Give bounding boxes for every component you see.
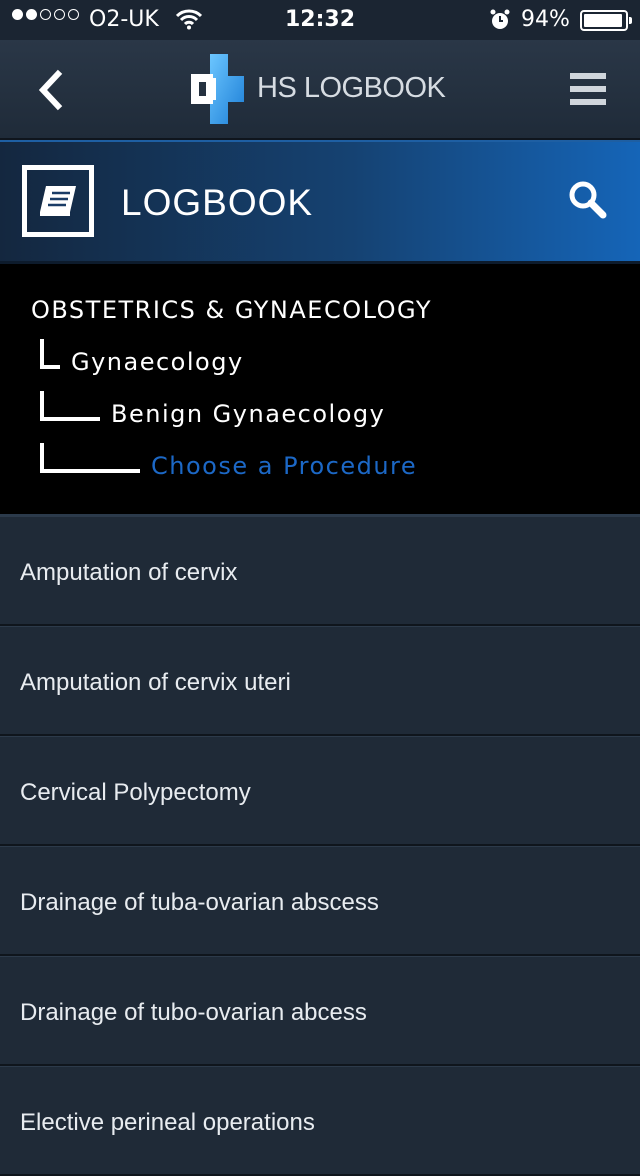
- breadcrumb-connector: [40, 339, 60, 369]
- back-button[interactable]: [30, 68, 74, 112]
- procedure-item[interactable]: Amputation of cervix: [0, 516, 640, 626]
- app-header: HS LOGBOOK: [0, 40, 640, 140]
- hamburger-menu-icon: [570, 73, 606, 105]
- status-bar: O2-UK 12:32 94%: [0, 0, 640, 40]
- breadcrumb-root[interactable]: OBSTETRICS & GYNAECOLOGY: [31, 296, 432, 324]
- menu-button[interactable]: [568, 70, 612, 110]
- procedure-item[interactable]: Drainage of tubo-ovarian abcess: [0, 956, 640, 1066]
- alarm-icon: [490, 9, 510, 37]
- breadcrumb: OBSTETRICS & GYNAECOLOGY Gynaecology Ben…: [0, 264, 640, 516]
- medical-cross-logo: [191, 54, 244, 124]
- breadcrumb-connector: [40, 391, 100, 421]
- breadcrumb-connector: [40, 443, 140, 473]
- search-icon: [569, 181, 607, 219]
- section-title: LOGBOOK: [121, 182, 314, 223]
- battery-percent: 94%: [521, 7, 570, 32]
- procedure-item[interactable]: Elective perineal operations: [0, 1066, 640, 1176]
- breadcrumb-level-2[interactable]: Benign Gynaecology: [111, 400, 385, 428]
- book-icon-frame: [22, 165, 94, 237]
- procedure-list: Amputation of cervix Amputation of cervi…: [0, 516, 640, 1176]
- search-button[interactable]: [566, 178, 610, 222]
- section-banner: LOGBOOK: [0, 140, 640, 264]
- procedure-item[interactable]: Drainage of tuba-ovarian abscess: [0, 846, 640, 956]
- procedure-item[interactable]: Cervical Polypectomy: [0, 736, 640, 846]
- app-logo: HS LOGBOOK: [188, 52, 458, 128]
- breadcrumb-level-1[interactable]: Gynaecology: [71, 348, 244, 376]
- battery-icon: [580, 10, 632, 31]
- book-icon: [40, 186, 76, 216]
- procedure-item[interactable]: Amputation of cervix uteri: [0, 626, 640, 736]
- chevron-left-icon: [38, 69, 63, 111]
- app-name: HS LOGBOOK: [257, 72, 446, 104]
- breadcrumb-current: Choose a Procedure: [151, 452, 418, 480]
